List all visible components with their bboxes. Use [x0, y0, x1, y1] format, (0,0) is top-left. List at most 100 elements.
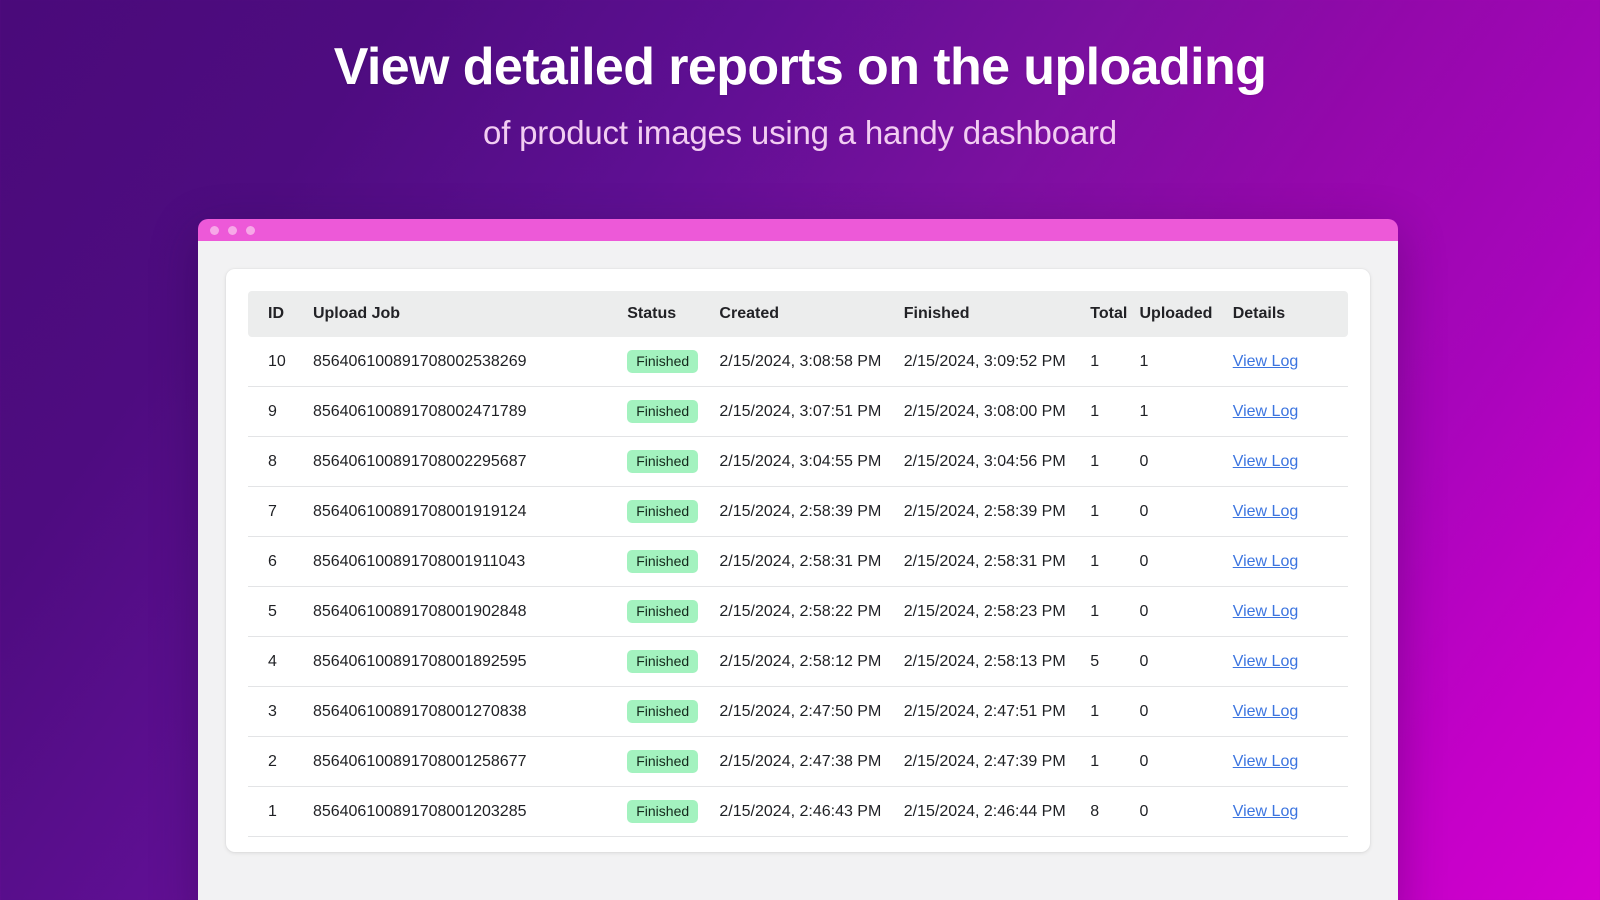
cell-status: Finished — [627, 786, 720, 837]
upload-jobs-card: ID Upload Job Status Created Finished To… — [226, 269, 1370, 852]
view-log-link[interactable]: View Log — [1233, 753, 1299, 770]
cell-details: View Log — [1232, 686, 1348, 737]
cell-total: 1 — [1090, 536, 1140, 587]
table-row: 9 856406100891708002471789 Finished 2/15/20… — [248, 386, 1348, 437]
view-log-link[interactable]: View Log — [1233, 703, 1299, 720]
cell-status: Finished — [627, 436, 720, 487]
status-badge: Finished — [627, 500, 699, 523]
cell-finished: 2/15/2024, 2:58:23 PM — [903, 586, 1091, 637]
cell-finished: 2/15/2024, 2:58:13 PM — [903, 636, 1091, 687]
cell-details: View Log — [1232, 386, 1348, 437]
cell-total: 1 — [1090, 586, 1140, 637]
cell-total: 8 — [1090, 786, 1140, 837]
cell-details: View Log — [1232, 736, 1348, 787]
cell-uploaded: 1 — [1139, 337, 1233, 387]
table-row: 5 856406100891708001902848 Finished 2/15/20… — [248, 586, 1348, 637]
view-log-link[interactable]: View Log — [1233, 803, 1299, 820]
upload-jobs-table: ID Upload Job Status Created Finished To… — [248, 291, 1348, 837]
column-header-created[interactable]: Created — [719, 291, 903, 337]
table-row: 1 856406100891708001203285 Finished 2/15/20… — [248, 786, 1348, 837]
status-badge: Finished — [627, 800, 699, 823]
cell-uploaded: 0 — [1139, 586, 1233, 637]
cell-uploaded: 0 — [1139, 686, 1233, 737]
maximize-dot-icon[interactable] — [246, 225, 255, 235]
cell-finished: 2/15/2024, 2:47:51 PM — [903, 686, 1091, 737]
cell-created: 2/15/2024, 2:46:43 PM — [719, 786, 904, 837]
cell-status: Finished — [627, 337, 720, 387]
table-row: 3 856406100891708001270838 Finished 2/15/20… — [248, 686, 1348, 737]
cell-uploaded: 0 — [1139, 486, 1233, 537]
view-log-link[interactable]: View Log — [1233, 503, 1299, 520]
browser-titlebar — [198, 219, 1398, 241]
status-badge: Finished — [627, 550, 699, 573]
cell-created: 2/15/2024, 2:58:12 PM — [719, 636, 904, 687]
cell-finished: 2/15/2024, 3:08:00 PM — [903, 386, 1091, 437]
column-header-uploaded[interactable]: Uploaded — [1139, 291, 1232, 337]
cell-uploaded: 0 — [1139, 736, 1233, 787]
view-log-link[interactable]: View Log — [1233, 553, 1299, 570]
cell-total: 1 — [1090, 486, 1140, 537]
cell-finished: 2/15/2024, 2:58:39 PM — [903, 486, 1091, 537]
table-row: 7 856406100891708001919124 Finished 2/15/20… — [248, 486, 1348, 537]
status-badge: Finished — [627, 650, 699, 673]
cell-uploaded: 0 — [1139, 436, 1233, 487]
table-body: 10 856406100891708002538269 Finished 2/15/2… — [248, 337, 1348, 837]
close-dot-icon[interactable] — [210, 225, 219, 235]
status-badge: Finished — [627, 350, 699, 373]
status-badge: Finished — [627, 750, 699, 773]
cell-id: 6 — [248, 536, 313, 587]
cell-status: Finished — [627, 636, 720, 687]
view-log-link[interactable]: View Log — [1233, 653, 1299, 670]
cell-details: View Log — [1232, 786, 1348, 837]
cell-id: 4 — [248, 636, 313, 687]
browser-window-mockup: ID Upload Job Status Created Finished To… — [198, 219, 1398, 900]
status-badge: Finished — [627, 600, 699, 623]
column-header-details[interactable]: Details — [1233, 291, 1348, 337]
cell-created: 2/15/2024, 2:58:22 PM — [719, 586, 904, 637]
cell-status: Finished — [627, 536, 720, 587]
cell-finished: 2/15/2024, 2:46:44 PM — [903, 786, 1091, 837]
cell-status: Finished — [627, 736, 720, 787]
cell-upload-job: 856406100891708001919124 — [312, 486, 628, 537]
column-header-total[interactable]: Total — [1090, 291, 1139, 337]
view-log-link[interactable]: View Log — [1233, 453, 1299, 470]
cell-upload-job: 856406100891708002538269 — [312, 337, 628, 387]
view-log-link[interactable]: View Log — [1233, 353, 1299, 370]
column-header-status[interactable]: Status — [627, 291, 719, 337]
cell-upload-job: 856406100891708001892595 — [312, 636, 628, 687]
cell-upload-job: 856406100891708001258677 — [312, 736, 628, 787]
cell-details: View Log — [1232, 586, 1348, 637]
status-badge: Finished — [627, 450, 699, 473]
cell-upload-job: 856406100891708001911043 — [312, 536, 628, 587]
cell-total: 1 — [1090, 736, 1140, 787]
minimize-dot-icon[interactable] — [228, 225, 237, 235]
cell-id: 1 — [248, 786, 313, 837]
view-log-link[interactable]: View Log — [1233, 403, 1299, 420]
cell-upload-job: 856406100891708001203285 — [312, 786, 628, 837]
page-subtitle: of product images using a handy dashboar… — [483, 114, 1117, 152]
cell-status: Finished — [627, 386, 720, 437]
table-row: 8 856406100891708002295687 Finished 2/15/20… — [248, 436, 1348, 487]
column-header-id[interactable]: ID — [248, 291, 313, 337]
table-row: 6 856406100891708001911043 Finished 2/15/20… — [248, 536, 1348, 587]
cell-created: 2/15/2024, 3:07:51 PM — [719, 386, 904, 437]
cell-finished: 2/15/2024, 3:09:52 PM — [903, 337, 1091, 387]
table-header: ID Upload Job Status Created Finished To… — [248, 291, 1348, 337]
hero-section: View detailed reports on the uploading o… — [0, 0, 1600, 153]
table-header-row: ID Upload Job Status Created Finished To… — [248, 291, 1348, 337]
cell-details: View Log — [1232, 436, 1348, 487]
table-row: 10 856406100891708002538269 Finished 2/15/2… — [248, 337, 1348, 387]
cell-details: View Log — [1232, 486, 1348, 537]
column-header-finished[interactable]: Finished — [904, 291, 1090, 337]
cell-created: 2/15/2024, 2:47:50 PM — [719, 686, 904, 737]
page-title: View detailed reports on the uploading — [333, 38, 1267, 96]
cell-total: 5 — [1090, 636, 1140, 687]
cell-uploaded: 0 — [1139, 786, 1233, 837]
column-header-upload-job[interactable]: Upload Job — [313, 291, 627, 337]
view-log-link[interactable]: View Log — [1233, 603, 1299, 620]
cell-details: View Log — [1232, 636, 1348, 687]
cell-finished: 2/15/2024, 2:58:31 PM — [903, 536, 1091, 587]
cell-status: Finished — [627, 586, 720, 637]
cell-details: View Log — [1232, 337, 1348, 387]
cell-finished: 2/15/2024, 2:47:39 PM — [903, 736, 1091, 787]
